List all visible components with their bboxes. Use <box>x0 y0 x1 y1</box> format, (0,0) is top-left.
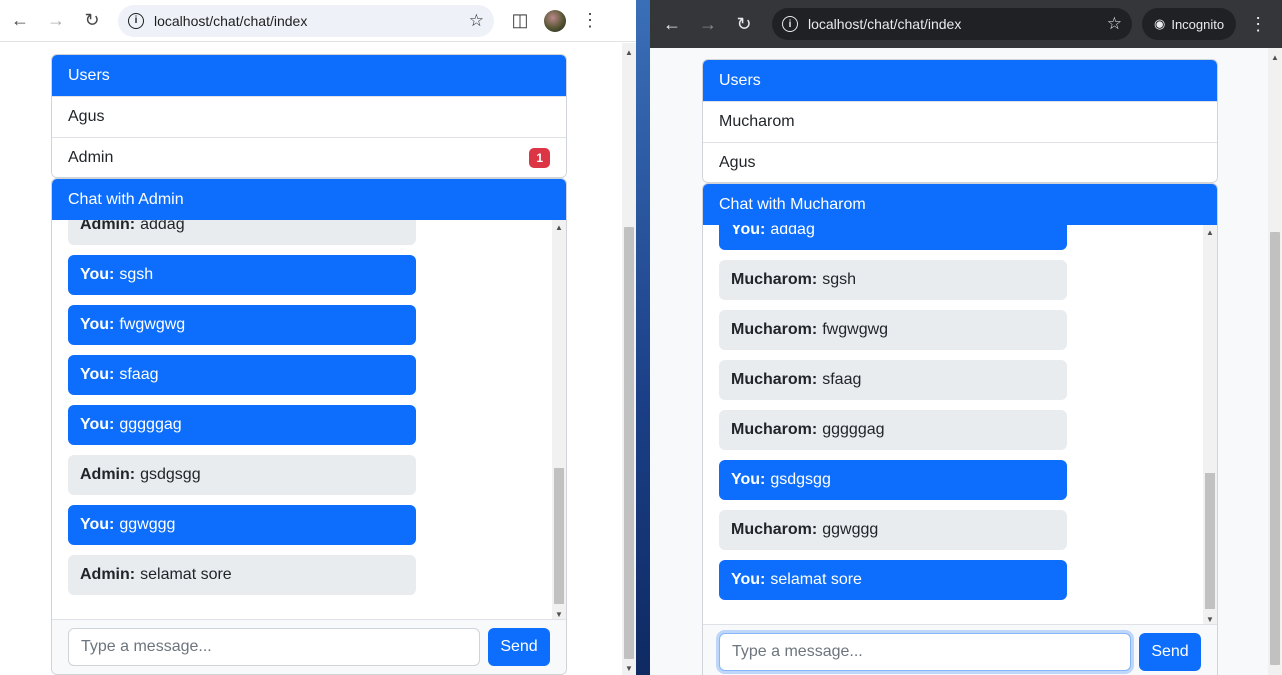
scroll-thumb[interactable] <box>624 227 634 659</box>
bookmark-star-icon[interactable]: ☆ <box>469 11 484 31</box>
chat-input-bar: Send <box>52 619 566 674</box>
message-bubble: You: sfaag <box>68 355 416 395</box>
users-card: Users Agus Admin 1 <box>51 54 567 178</box>
address-bar[interactable]: i localhost/chat/chat/index ☆ <box>118 4 494 37</box>
scroll-thumb[interactable] <box>1205 473 1215 609</box>
browser-window-right: ← → ↻ i localhost/chat/chat/index ☆ ◉ In… <box>650 0 1282 675</box>
message-bubble: You: addag <box>719 225 1067 250</box>
users-card: Users Mucharom Agus <box>702 59 1218 183</box>
users-card-header: Users <box>52 55 566 96</box>
message-bubble: You: gsdgsgg <box>719 460 1067 500</box>
user-name: Agus <box>719 154 756 171</box>
forward-icon[interactable]: → <box>690 6 726 42</box>
message-input[interactable] <box>68 628 480 666</box>
url-text: localhost/chat/chat/index <box>154 12 308 29</box>
chat-messages[interactable]: Admin: addag You: sgsh You: fwgwgwg You: sfa… <box>52 220 566 621</box>
chat-messages[interactable]: You: addag Mucharom: sgsh Mucharom: fwgwgwg… <box>703 225 1217 626</box>
chat-card-header: Chat with Mucharom <box>703 184 1217 225</box>
scroll-up-icon[interactable]: ▲ <box>1268 50 1282 64</box>
user-name: Agus <box>68 108 105 125</box>
chat-card: Chat with Mucharom You: addag Mucharom: sg… <box>702 183 1218 675</box>
back-icon[interactable]: ← <box>2 3 38 39</box>
scroll-up-icon[interactable]: ▲ <box>552 220 566 234</box>
browser-toolbar: ← → ↻ i localhost/chat/chat/index ☆ ◫ ⋮ <box>0 0 636 42</box>
message-bubble: Admin: selamat sore <box>68 555 416 595</box>
message-bubble: You: gggggag <box>68 405 416 445</box>
address-bar[interactable]: i localhost/chat/chat/index ☆ <box>772 8 1132 40</box>
user-item-admin[interactable]: Admin 1 <box>52 137 566 177</box>
message-bubble: Mucharom: fwgwgwg <box>719 310 1067 350</box>
profile-avatar[interactable] <box>544 9 566 32</box>
message-bubble: You: selamat sore <box>719 560 1067 600</box>
back-icon[interactable]: ← <box>654 6 690 42</box>
bookmark-star-icon[interactable]: ☆ <box>1107 14 1122 34</box>
user-name: Mucharom <box>719 113 795 130</box>
send-button[interactable]: Send <box>1139 633 1201 671</box>
message-bubble: Admin: addag <box>68 220 416 245</box>
scroll-up-icon[interactable]: ▲ <box>1203 225 1217 239</box>
reload-icon[interactable]: ↻ <box>726 6 762 42</box>
message-bubble: Mucharom: ggwggg <box>719 510 1067 550</box>
site-info-icon[interactable]: i <box>128 12 144 29</box>
users-card-header: Users <box>703 60 1217 101</box>
scroll-thumb[interactable] <box>1270 232 1280 665</box>
message-list: You: addag Mucharom: sgsh Mucharom: fwgwgwg… <box>719 225 1067 610</box>
scroll-up-icon[interactable]: ▲ <box>622 45 636 59</box>
page-scrollbar[interactable]: ▲ ▼ <box>622 43 636 675</box>
incognito-label: Incognito <box>1171 16 1225 32</box>
scroll-down-icon[interactable]: ▼ <box>622 661 636 675</box>
page-scrollbar[interactable]: ▲ <box>1268 48 1282 675</box>
message-list: Admin: addag You: sgsh You: fwgwgwg You: sfa… <box>68 220 416 605</box>
forward-icon[interactable]: → <box>38 3 74 39</box>
message-bubble: Admin: gsdgsgg <box>68 455 416 495</box>
site-info-icon[interactable]: i <box>782 16 798 32</box>
chat-scrollbar[interactable]: ▲ ▼ <box>552 220 566 621</box>
user-item-agus[interactable]: Agus <box>703 142 1217 182</box>
chat-card-header: Chat with Admin <box>52 179 566 220</box>
message-bubble: Mucharom: gggggag <box>719 410 1067 450</box>
message-bubble: You: sgsh <box>68 255 416 295</box>
chat-input-bar: Send <box>703 624 1217 675</box>
chat-card: Chat with Admin Admin: addag You: sgsh You… <box>51 178 567 675</box>
user-name: Admin <box>68 149 114 166</box>
incognito-indicator[interactable]: ◉ Incognito <box>1142 8 1237 40</box>
menu-kebab-icon[interactable]: ⋮ <box>572 3 608 39</box>
extensions-icon[interactable]: ◫ <box>502 3 538 39</box>
page-content: Users Agus Admin 1 Chat with Admin Admin… <box>0 43 622 675</box>
desktop-wallpaper <box>636 0 650 675</box>
incognito-icon: ◉ <box>1154 16 1166 31</box>
message-bubble: You: fwgwgwg <box>68 305 416 345</box>
menu-kebab-icon[interactable]: ⋮ <box>1240 6 1276 42</box>
unread-badge: 1 <box>529 148 550 168</box>
url-text: localhost/chat/chat/index <box>808 16 962 32</box>
user-item-mucharom[interactable]: Mucharom <box>703 101 1217 142</box>
send-button[interactable]: Send <box>488 628 550 666</box>
browser-toolbar: ← → ↻ i localhost/chat/chat/index ☆ ◉ In… <box>650 0 1282 48</box>
chat-scrollbar[interactable]: ▲ ▼ <box>1203 225 1217 626</box>
page-content: Users Mucharom Agus Chat with Mucharom Y… <box>650 48 1268 675</box>
message-bubble: Mucharom: sgsh <box>719 260 1067 300</box>
message-bubble: Mucharom: sfaag <box>719 360 1067 400</box>
browser-window-left: ← → ↻ i localhost/chat/chat/index ☆ ◫ ⋮ … <box>0 0 636 675</box>
user-item-agus[interactable]: Agus <box>52 96 566 137</box>
reload-icon[interactable]: ↻ <box>74 3 110 39</box>
message-bubble: You: ggwggg <box>68 505 416 545</box>
scroll-thumb[interactable] <box>554 468 564 604</box>
message-input[interactable] <box>719 633 1131 671</box>
